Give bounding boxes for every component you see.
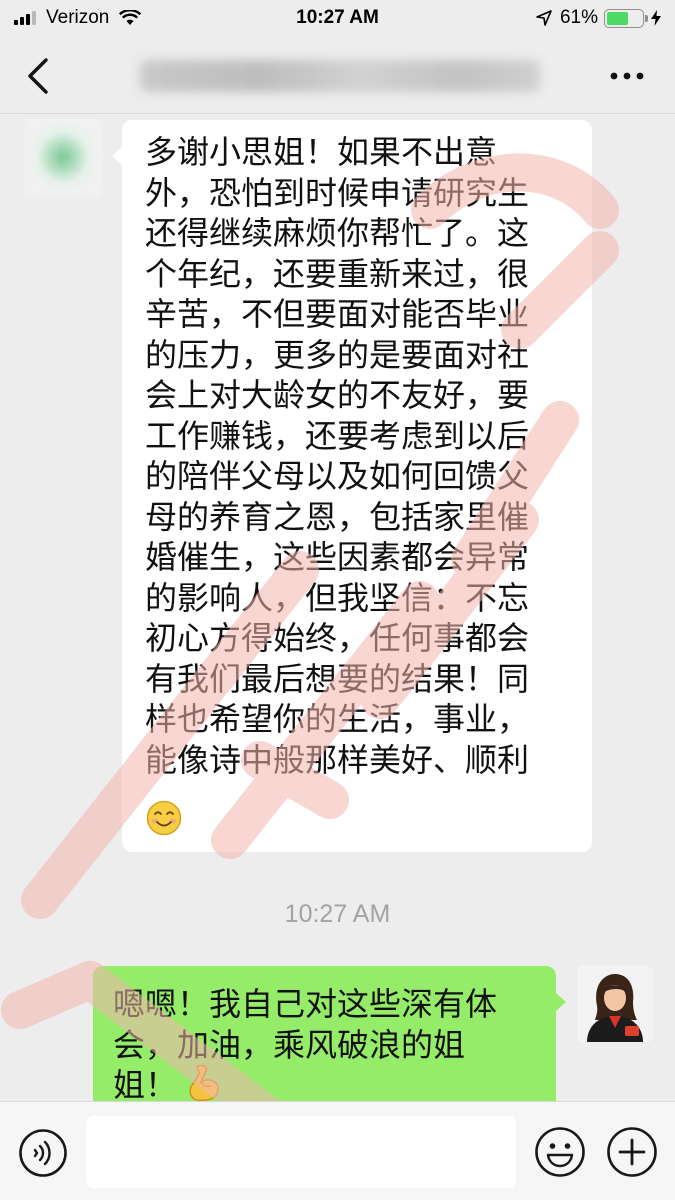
input-bar <box>0 1101 675 1200</box>
message-bubble-incoming[interactable]: 多谢小思姐！如果不出意 外，恐怕到时候申请研究生 还得继续麻烦你帮忙了。这 个年… <box>112 120 592 852</box>
charging-bolt-icon <box>651 10 661 26</box>
status-right: 61% <box>536 7 661 29</box>
flexed-biceps-emoji-icon <box>189 1064 219 1101</box>
back-button[interactable] <box>22 56 58 96</box>
my-avatar[interactable] <box>577 966 653 1042</box>
message-input[interactable] <box>86 1116 516 1188</box>
more-options-button[interactable] <box>607 64 647 88</box>
battery-fill <box>607 11 628 25</box>
location-arrow-icon <box>536 10 552 26</box>
more-functions-button[interactable] <box>606 1126 658 1178</box>
message-timestamp: 10:27 AM <box>284 900 391 928</box>
message-text: 嗯嗯！我自己对这些深有体 会，加油，乘风破浪的姐 姐！ <box>113 985 498 1101</box>
emoji-button[interactable] <box>534 1126 586 1178</box>
status-bar: Verizon 10:27 AM 61% <box>0 0 675 38</box>
nav-bar <box>0 38 675 114</box>
message-text: 多谢小思姐！如果不出意 外，恐怕到时候申请研究生 还得继续麻烦你帮忙了。这 个年… <box>145 133 530 779</box>
battery-percent: 61% <box>559 7 598 28</box>
battery-icon <box>604 8 648 28</box>
person-avatar-image <box>577 966 653 1042</box>
message-bubble-outgoing[interactable]: 嗯嗯！我自己对这些深有体 会，加油，乘风破浪的姐 姐！ <box>93 966 566 1101</box>
chat-area[interactable]: 多谢小思姐！如果不出意 外，恐怕到时候申请研究生 还得继续麻烦你帮忙了。这 个年… <box>0 114 675 1101</box>
smile-emoji-icon <box>146 800 182 836</box>
voice-button[interactable] <box>18 1128 68 1178</box>
chat-title-blurred <box>140 60 540 92</box>
contact-avatar[interactable] <box>24 118 102 196</box>
